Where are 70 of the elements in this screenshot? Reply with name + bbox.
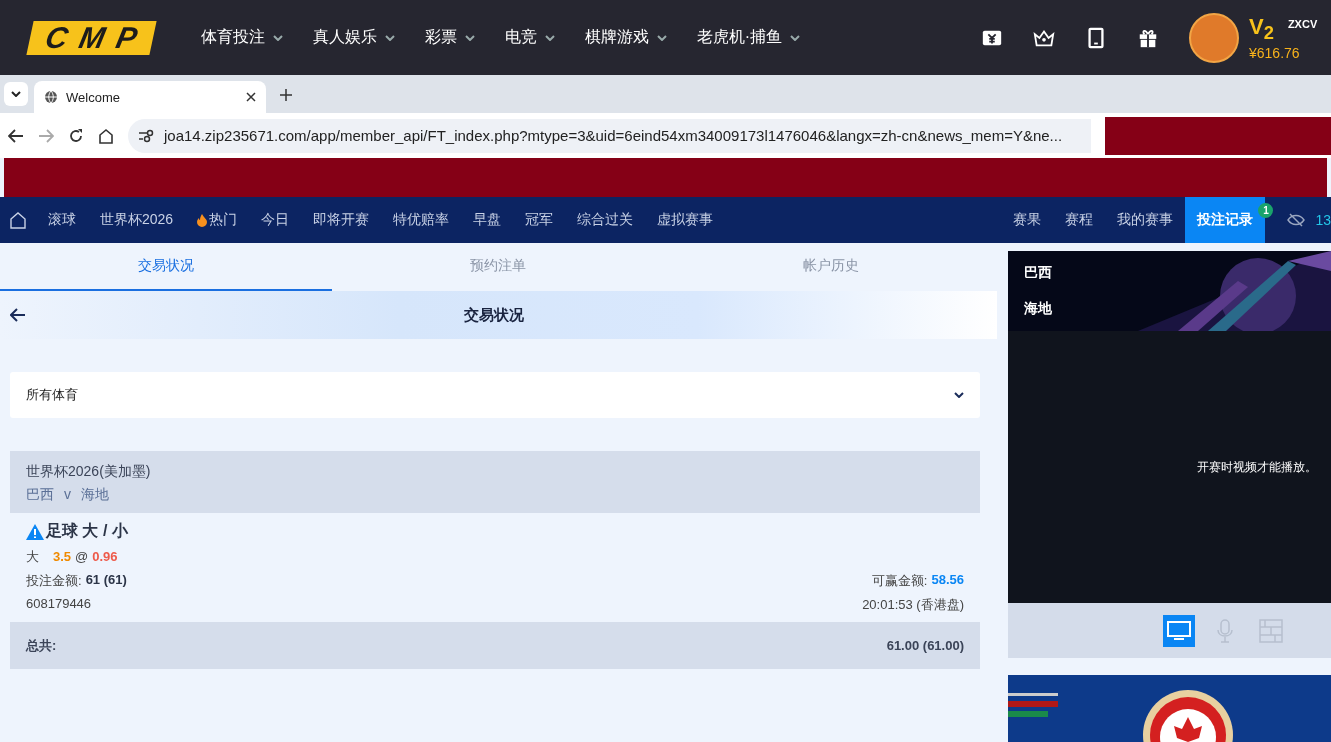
chevron-icon bbox=[544, 34, 555, 41]
nav-item[interactable]: 今日 bbox=[249, 197, 302, 243]
globe-icon bbox=[44, 90, 58, 104]
market-title: 足球 大 / 小 bbox=[46, 521, 128, 541]
stake-value: 61 (61) bbox=[85, 572, 127, 589]
win-value: 58.56 bbox=[931, 572, 964, 589]
nav-item[interactable]: 热门 bbox=[185, 197, 250, 243]
chevron-icon bbox=[790, 34, 800, 41]
tab-title: Welcome bbox=[66, 89, 121, 105]
nav-tab[interactable]: 赛果 bbox=[1001, 197, 1054, 243]
back-arrow-icon[interactable] bbox=[10, 308, 26, 322]
new-tab-icon[interactable] bbox=[280, 89, 292, 101]
win-label: 可赢金额: bbox=[871, 572, 928, 590]
chevron-icon bbox=[954, 392, 964, 398]
nav-item[interactable]: 即将开赛 bbox=[301, 197, 382, 243]
tab-list-button[interactable] bbox=[4, 82, 28, 106]
tablet-icon[interactable] bbox=[1085, 26, 1107, 49]
browser-tab[interactable]: Welcome bbox=[34, 81, 266, 113]
vip-level: V$_{2}$ bbox=[1249, 14, 1274, 45]
menu-item[interactable]: 体育投注 bbox=[200, 27, 283, 48]
page-title: 交易状况 bbox=[462, 305, 525, 325]
team-name: 海地 bbox=[81, 486, 109, 504]
back-icon[interactable] bbox=[8, 128, 24, 143]
ticket-id: 608179446 bbox=[26, 596, 92, 613]
at-sign: @ bbox=[75, 549, 89, 564]
handicap-line: 3.5 bbox=[53, 549, 72, 564]
username: ZXCV bbox=[1287, 18, 1318, 31]
menu-item[interactable]: 彩票 bbox=[424, 27, 475, 48]
warning-icon bbox=[26, 523, 44, 540]
tv-icon[interactable] bbox=[1163, 614, 1195, 647]
reload-icon[interactable] bbox=[68, 127, 84, 144]
total-value: 61.00 (61.00) bbox=[886, 638, 964, 653]
close-icon[interactable] bbox=[246, 92, 256, 102]
chevron-icon bbox=[464, 34, 475, 41]
menu-item[interactable]: 棋牌游戏 bbox=[584, 27, 667, 48]
nav-item[interactable]: 冠军 bbox=[513, 197, 566, 243]
bet-time: 20:01:53 (香港盘) bbox=[862, 596, 964, 614]
nav-item[interactable]: 特优赔率 bbox=[381, 197, 462, 243]
site-settings-icon[interactable] bbox=[138, 128, 154, 143]
avatar[interactable] bbox=[1189, 12, 1239, 63]
chevron-icon bbox=[11, 91, 21, 97]
sport-dropdown[interactable]: 所有体育 bbox=[10, 372, 980, 418]
selection-text: 大 bbox=[26, 548, 39, 566]
logo[interactable]: CMP bbox=[26, 20, 157, 55]
eye-off-icon[interactable] bbox=[1287, 213, 1306, 227]
team-name: 海地 bbox=[1024, 300, 1053, 318]
menu-item[interactable]: 老虎机·捕鱼 bbox=[696, 27, 800, 48]
league-name: 世界杯2026(美加墨) bbox=[26, 463, 152, 481]
menu-item[interactable]: 真人娱乐 bbox=[312, 27, 395, 48]
chevron-icon bbox=[656, 34, 667, 41]
chevron-icon bbox=[384, 34, 395, 41]
nav-tab[interactable]: 赛程 bbox=[1053, 197, 1106, 243]
count-text: 13 bbox=[1315, 212, 1331, 228]
home-icon[interactable] bbox=[98, 127, 114, 144]
team-name: 巴西 bbox=[1024, 264, 1053, 282]
stake-label: 投注金额: bbox=[26, 572, 82, 590]
nav-item[interactable]: 滚球 bbox=[36, 197, 88, 243]
menu-item[interactable]: 电竞 bbox=[504, 27, 555, 48]
nav-item[interactable]: 早盘 bbox=[461, 197, 514, 243]
versus-text: v bbox=[64, 486, 71, 504]
video-message: 开赛时视频才能播放。 bbox=[1197, 458, 1317, 476]
chevron-icon bbox=[272, 34, 283, 41]
nav-item[interactable]: 世界杯2026 bbox=[88, 197, 186, 243]
balance: ¥616.76 bbox=[1249, 44, 1301, 61]
nav-item[interactable]: 综合过关 bbox=[565, 197, 646, 243]
odds-value: 0.96 bbox=[92, 549, 118, 564]
total-label: 总共: bbox=[26, 636, 57, 655]
nav-item[interactable]: 虚拟赛事 bbox=[645, 197, 726, 243]
nav-tab[interactable]: 我的赛事 bbox=[1105, 197, 1186, 243]
team-name: 巴西 bbox=[26, 486, 54, 504]
